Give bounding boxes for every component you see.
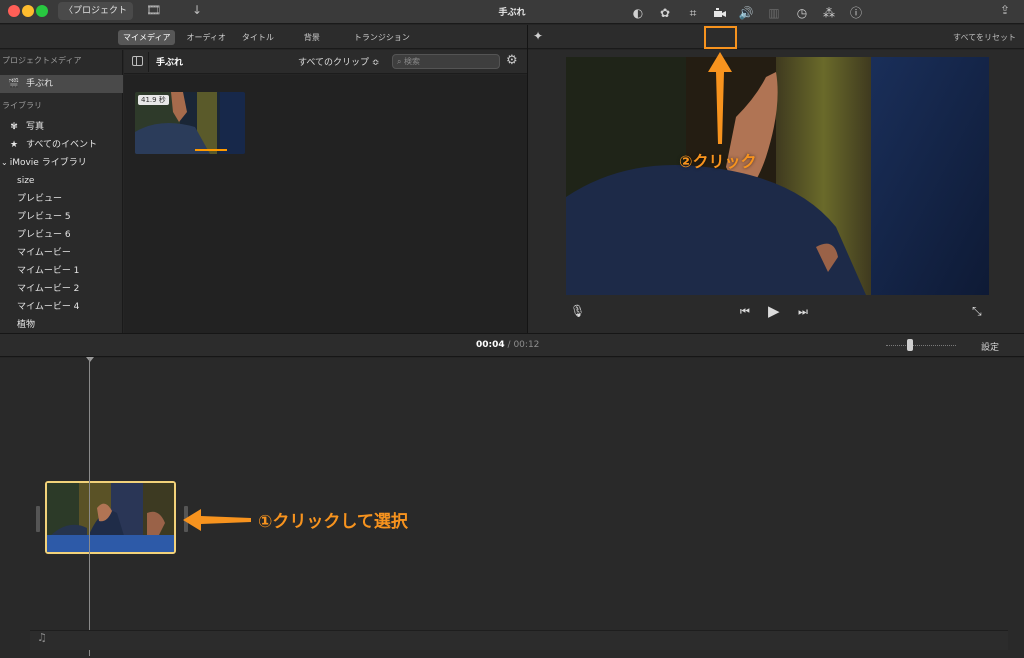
share-icon[interactable]: ⇪ xyxy=(1000,3,1010,17)
volume-icon[interactable]: 🔊 xyxy=(737,4,755,22)
total-time: 00:12 xyxy=(513,340,540,350)
stabilization-icon[interactable] xyxy=(711,4,729,22)
clip-used-range-bar xyxy=(195,149,227,151)
sidebar-item-project[interactable]: 🎬 手ぶれ xyxy=(0,75,123,93)
play-icon[interactable]: ▶ xyxy=(768,302,780,320)
tab-transitions[interactable]: トランジション xyxy=(349,30,415,45)
timeline-settings-button[interactable]: 設定 xyxy=(981,340,999,353)
tab-audio[interactable]: オーディオ xyxy=(181,30,230,45)
sidebar-item-event[interactable]: マイムービー xyxy=(0,244,123,262)
photos-icon: ✾ xyxy=(10,122,18,132)
sidebar-item-photos[interactable]: ✾ 写真 xyxy=(0,118,123,136)
info-icon[interactable]: ⓘ xyxy=(847,4,865,22)
window-title: 手ぶれ xyxy=(498,8,526,18)
sidebar-item-event[interactable]: size xyxy=(0,172,123,190)
tab-my-media[interactable]: マイメディア xyxy=(118,30,176,45)
skip-forward-icon[interactable]: ⏭ xyxy=(798,305,808,319)
clapper-icon: 🎬 xyxy=(8,79,20,89)
timeline-clip[interactable] xyxy=(45,481,176,554)
video-preview xyxy=(566,57,989,295)
search-placeholder: 検索 xyxy=(404,57,421,66)
media-tabs: マイメディア オーディオ タイトル 背景 トランジション xyxy=(118,30,421,45)
clip-duration-badge: 41.9 秒 xyxy=(138,95,169,105)
playhead-marker[interactable] xyxy=(86,357,94,362)
crop-icon[interactable]: ⌗ xyxy=(684,4,702,22)
annotation-arrow-up xyxy=(708,52,732,144)
title-bar: 〈プロジェクト 🎞 ↓ 手ぶれ ⇪ xyxy=(0,0,1024,24)
sidebar-section-library: ライブラリ xyxy=(2,101,42,110)
sidebar-item-event[interactable]: 植物 xyxy=(0,316,123,334)
playhead[interactable] xyxy=(89,358,90,656)
toolbar: マイメディア オーディオ タイトル 背景 トランジション xyxy=(0,25,1024,49)
library-sidebar: プロジェクトメディア 🎬 手ぶれ ライブラリ ✾ 写真 ★ すべてのイベント ⌄ iMo… xyxy=(0,50,123,333)
tab-backgrounds[interactable]: 背景 xyxy=(299,30,325,45)
sidebar-item-event[interactable]: マイムービー 1 xyxy=(0,262,123,280)
clip-thumbnail[interactable]: 41.9 秒 xyxy=(135,92,245,154)
sidebar-item-event[interactable]: プレビュー 5 xyxy=(0,208,123,226)
speed-icon[interactable]: ◷ xyxy=(793,4,811,22)
sidebar-item-event[interactable]: プレビュー xyxy=(0,190,123,208)
magic-wand-icon[interactable]: ✦ xyxy=(533,29,543,43)
annotation-arrow-left xyxy=(183,509,251,531)
tab-titles[interactable]: タイトル xyxy=(237,30,279,45)
skip-back-icon[interactable]: ⏮ xyxy=(740,305,750,319)
browser-title: 手ぶれ xyxy=(156,58,184,68)
fullscreen-icon[interactable]: ⤡ xyxy=(972,304,982,319)
search-input[interactable]: ⌕ 検索 xyxy=(392,54,500,69)
annotation-step2: ②クリック xyxy=(679,152,757,171)
sidebar-section-project-media: プロジェクトメディア xyxy=(2,56,82,65)
annotation-highlight-box xyxy=(704,26,737,49)
music-track[interactable] xyxy=(30,630,1008,650)
microphone-icon[interactable]: 🎙 xyxy=(570,304,585,318)
zoom-slider-track[interactable] xyxy=(886,345,956,347)
sidebar-item-label: 手ぶれ xyxy=(26,79,54,89)
disclosure-chevron-icon[interactable]: ⌄ xyxy=(1,158,8,167)
reset-all-button[interactable]: すべてをリセット xyxy=(953,32,1016,43)
browser-header: 手ぶれ すべてのクリップ ≎ ⌕ 検索 ⚙ xyxy=(124,50,527,74)
clip-audio-waveform xyxy=(47,535,174,552)
color-correction-icon[interactable]: ✿ xyxy=(656,4,674,22)
music-note-icon: ♫ xyxy=(37,631,47,644)
star-icon: ★ xyxy=(9,140,19,150)
zoom-slider-knob[interactable] xyxy=(907,339,913,351)
annotation-step1: ①クリックして選択 xyxy=(258,512,408,532)
header-divider xyxy=(148,52,149,72)
clip-filter-icon[interactable]: ⁂ xyxy=(820,4,838,22)
sidebar-item-imovie-library[interactable]: ⌄ iMovie ライブラリ xyxy=(0,154,123,172)
sidebar-item-label: すべてのイベント xyxy=(26,140,98,150)
sidebar-item-label: iMovie ライブラリ xyxy=(9,158,87,168)
clip-trim-handle-left[interactable] xyxy=(36,506,40,532)
sidebar-item-label: 写真 xyxy=(26,122,45,132)
timecode: 00:04 / 00:12 xyxy=(476,340,539,350)
sidebar-toggle-icon[interactable] xyxy=(132,56,143,66)
gear-icon[interactable]: ⚙ xyxy=(506,53,518,68)
noise-reduction-icon[interactable]: ▥ xyxy=(765,4,783,22)
timecode-separator: / xyxy=(507,340,511,350)
sidebar-item-event[interactable]: プレビュー 6 xyxy=(0,226,123,244)
sidebar-item-event[interactable]: マイムービー 2 xyxy=(0,280,123,298)
color-balance-icon[interactable]: ◐ xyxy=(629,4,647,22)
sidebar-item-all-events[interactable]: ★ すべてのイベント xyxy=(0,136,123,154)
current-time: 00:04 xyxy=(476,340,505,350)
timeline-header: 00:04 / 00:12 設定 xyxy=(0,333,1024,357)
search-icon: ⌕ xyxy=(397,57,405,66)
clips-filter-dropdown[interactable]: すべてのクリップ ≎ xyxy=(298,55,379,68)
sidebar-item-event[interactable]: マイムービー 4 xyxy=(0,298,123,316)
